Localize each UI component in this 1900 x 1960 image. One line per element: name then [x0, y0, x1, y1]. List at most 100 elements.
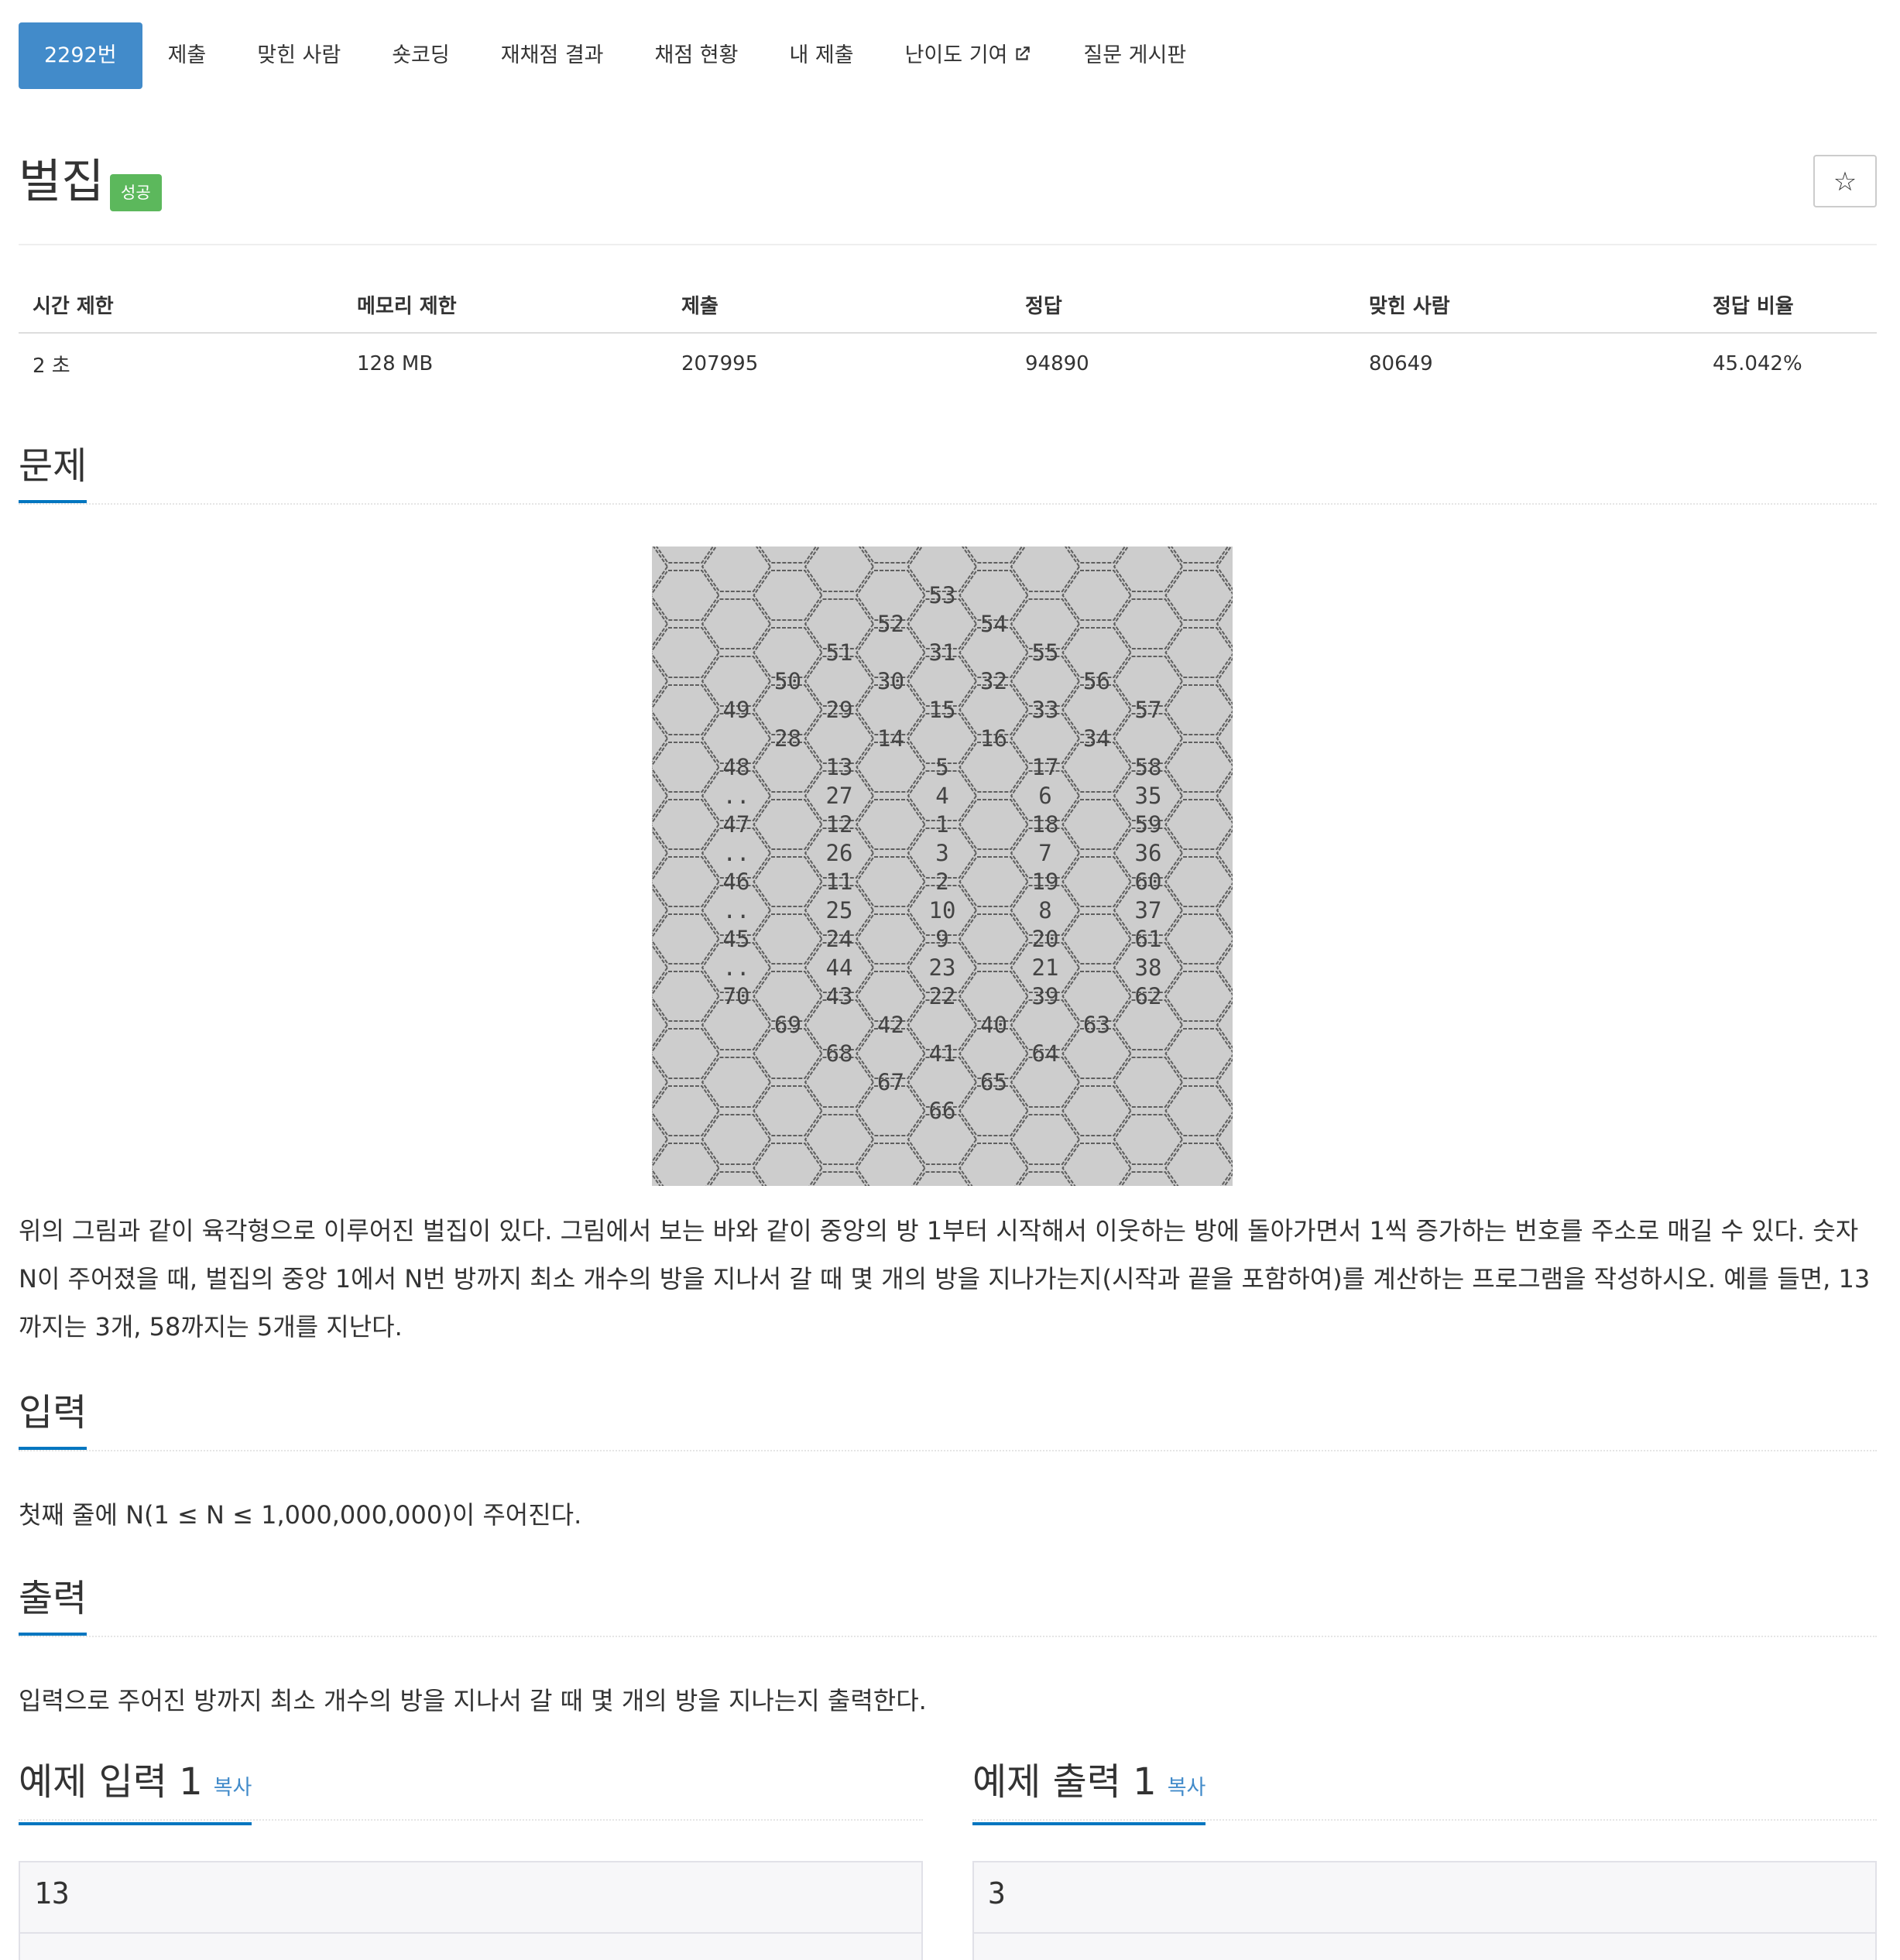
hex-cell — [753, 799, 823, 850]
cell-number-label: 22 — [929, 983, 956, 1009]
hex-cell — [804, 1171, 875, 1222]
cell-number-label: 44 — [826, 954, 853, 981]
hex-cell — [1061, 1085, 1132, 1136]
tab-problem[interactable]: 2292번 — [19, 22, 142, 89]
tab-label: 숏코딩 — [392, 43, 450, 67]
hex-cell — [701, 598, 772, 649]
cell-number-label: 61 — [1135, 926, 1162, 952]
tab-solved-users[interactable]: 맞힌 사람 — [231, 22, 366, 89]
cell-number-label: 32 — [980, 668, 1007, 694]
cell-number-label: 12 — [826, 811, 853, 838]
input-heading: 입력 — [19, 1388, 87, 1450]
hex-cell — [598, 828, 669, 879]
hex-cell — [1164, 1085, 1235, 1136]
hex-cell — [1216, 541, 1287, 592]
tab-label: 제출 — [167, 43, 207, 67]
star-icon: ☆ — [1833, 166, 1857, 197]
cell-number-label: 55 — [1032, 639, 1059, 666]
cell-number-label: 25 — [826, 897, 853, 923]
copy-output-link[interactable]: 복사 — [1168, 1776, 1206, 1800]
cell-number-label: 69 — [774, 1012, 801, 1038]
hex-cell — [856, 799, 926, 850]
cell-number-label: 62 — [1135, 983, 1162, 1009]
cell-number-label: .. — [723, 840, 750, 866]
cell-number-label: 40 — [980, 1012, 1007, 1038]
hex-cell — [701, 1114, 772, 1165]
page-title: 벌집 — [19, 155, 105, 209]
cell-number-label: 17 — [1032, 754, 1059, 780]
tab-judge-status[interactable]: 채점 현황 — [629, 22, 764, 89]
favorite-star-button[interactable]: ☆ — [1813, 155, 1877, 207]
cell-number-label: 13 — [826, 754, 853, 780]
sample-input-box[interactable]: 13 — [19, 1861, 923, 1960]
hex-cell — [1164, 856, 1235, 907]
cell-number-label: 9 — [935, 926, 948, 952]
copy-input-link[interactable]: 복사 — [214, 1776, 252, 1800]
hex-cell — [907, 1171, 978, 1222]
cell-number-label: 38 — [1135, 954, 1162, 981]
cell-number-label: 2 — [935, 869, 948, 895]
external-link-icon — [1012, 25, 1032, 91]
accepted-value: 94890 — [1025, 352, 1089, 375]
hex-cell — [598, 656, 669, 707]
divider — [974, 1932, 1875, 1934]
cell-number-label: 39 — [1032, 983, 1059, 1009]
tab-submit[interactable]: 제출 — [142, 22, 232, 89]
header-memory-limit: 메모리 제한 — [343, 276, 667, 334]
hex-cell — [753, 1085, 823, 1136]
cell-number-label: 30 — [877, 668, 904, 694]
sample-output-box[interactable]: 3 — [972, 1861, 1877, 1960]
cell-number-label: 4 — [935, 783, 948, 809]
cell-number-label: 14 — [877, 725, 904, 752]
time-limit-value: 2 초 — [33, 354, 70, 378]
cell-number-label: 21 — [1032, 954, 1059, 981]
cell-number-label: 23 — [929, 954, 956, 981]
cell-number-label: 46 — [723, 869, 750, 895]
hex-cell — [959, 799, 1029, 850]
hex-cell — [1216, 1057, 1287, 1108]
hex-cell — [1061, 856, 1132, 907]
cell-number-label: 26 — [826, 840, 853, 866]
hex-cell — [1113, 1171, 1184, 1222]
hex-cell — [1164, 913, 1235, 965]
hex-cell — [856, 512, 926, 564]
tab-my-submissions[interactable]: 내 제출 — [763, 22, 879, 89]
cell-number-label: 10 — [929, 897, 956, 923]
cell-number-label: 58 — [1135, 754, 1162, 780]
tab-difficulty-contribution[interactable]: 난이도 기여 — [880, 22, 1058, 89]
hex-cell — [856, 856, 926, 907]
cell-number-label: 49 — [723, 697, 750, 723]
hex-cell — [598, 885, 669, 936]
cell-number-label: 18 — [1032, 811, 1059, 838]
hex-cell — [1216, 942, 1287, 993]
header-accepted: 정답 — [1011, 276, 1355, 334]
cell-number-label: 50 — [774, 668, 801, 694]
hex-cell — [598, 999, 669, 1050]
cell-number-label: .. — [723, 954, 750, 981]
hex-cell — [804, 1114, 875, 1165]
cell-number-label: 47 — [723, 811, 750, 838]
cell-number-label: 63 — [1083, 1012, 1110, 1038]
tab-qna-board[interactable]: 질문 게시판 — [1058, 22, 1212, 89]
hex-cell — [598, 770, 669, 821]
hex-cell — [1216, 828, 1287, 879]
tab-short-coding[interactable]: 숏코딩 — [366, 22, 475, 89]
table-header-row: 시간 제한 메모리 제한 제출 정답 맞힌 사람 정답 비율 — [19, 276, 1877, 334]
sample-output-value: 3 — [988, 1876, 1006, 1910]
tab-rejudge-results[interactable]: 재채점 결과 — [475, 22, 629, 89]
cell-number-label: 59 — [1135, 811, 1162, 838]
hex-cell — [1216, 999, 1287, 1050]
cell-number-label: 57 — [1135, 697, 1162, 723]
cell-number-label: 51 — [826, 639, 853, 666]
hex-cell — [650, 512, 720, 564]
cell-number-label: 37 — [1135, 897, 1162, 923]
problem-section-header: 문제 — [19, 441, 1877, 505]
hex-cell — [1164, 684, 1235, 735]
hex-cell — [598, 713, 669, 764]
sample-input-value: 13 — [34, 1876, 70, 1910]
cell-number-label: 42 — [877, 1012, 904, 1038]
problem-menu-tabs: 2292번 제출 맞힌 사람 숏코딩 재채점 결과 채점 현황 내 제출 난이도… — [19, 22, 1212, 89]
problem-heading: 문제 — [19, 441, 87, 503]
hex-cell — [1164, 971, 1235, 1022]
hex-cell — [1010, 1114, 1081, 1165]
